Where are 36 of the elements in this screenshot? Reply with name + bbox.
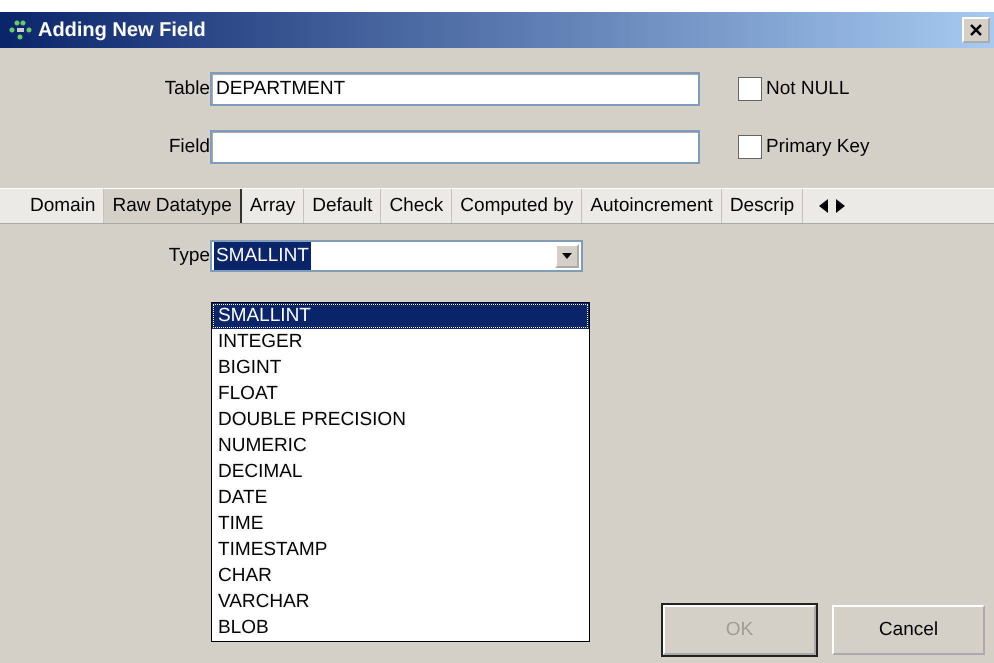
checkbox[interactable]: Not NULL [738,74,850,104]
field-label: Field [168,134,210,159]
dropdown-option[interactable]: TIMESTAMP [212,537,589,563]
close-button[interactable] [962,17,990,43]
checkbox[interactable]: Primary Key [738,132,870,162]
scroll-left-icon[interactable] [819,199,828,213]
tab[interactable]: Default [304,189,382,223]
window-title: Adding New Field [38,18,206,43]
dropdown-option[interactable]: DATE [212,485,589,511]
dropdown-option[interactable]: BLOB [212,615,589,641]
field-label: Table [164,76,210,101]
dropdown-option[interactable]: CHAR [212,563,589,589]
dropdown-option[interactable]: NUMERIC [212,433,589,459]
field-label: Type [168,244,210,268]
dropdown-option[interactable]: DOUBLE PRECISION [212,407,589,433]
text-field[interactable] [210,130,700,164]
dropdown-option[interactable]: INTEGER [212,329,589,355]
tab[interactable]: Computed by [452,189,582,223]
tab[interactable]: Check [381,189,452,223]
tab[interactable]: Raw Datatype [104,189,242,223]
dots-logo-icon [8,19,34,41]
dropdown-option[interactable]: TIME [212,511,589,537]
text-field[interactable]: DEPARTMENT [210,72,700,106]
dialog-button[interactable]: Cancel [832,605,985,655]
close-icon [970,24,982,36]
tab[interactable]: Array [242,189,304,223]
scroll-right-icon[interactable] [836,199,846,213]
dropdown-arrow-icon [562,253,572,259]
dropdown-option[interactable]: VARCHAR [212,589,589,615]
tab[interactable]: Descrip [722,189,804,223]
dropdown-option[interactable]: FLOAT [212,381,589,407]
tab[interactable]: Autoincrement [582,189,722,223]
dropdown-option[interactable]: SMALLINT [212,303,589,329]
dropdown-option[interactable]: DECIMAL [212,459,589,485]
dropdown-option[interactable]: BIGINT [212,355,589,381]
type-dropdown[interactable]: SMALLINT [210,240,583,272]
